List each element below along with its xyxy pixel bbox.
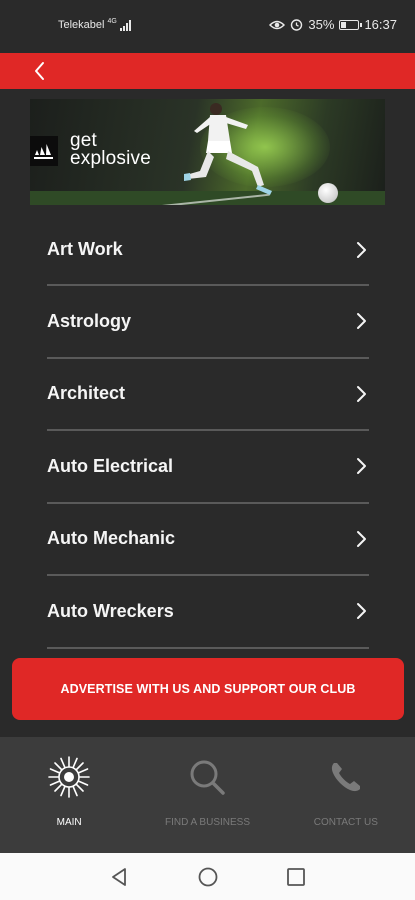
category-label: Auto Electrical [47, 455, 174, 476]
search-icon [190, 760, 226, 795]
home-circle-icon[interactable] [196, 865, 220, 889]
system-navigation-bar [0, 853, 415, 900]
nav-label-find-a-business: FIND A BUSINESS [164, 817, 250, 828]
bottom-navigation: MAIN FIND A BUSINESS CONTACT US [0, 737, 415, 853]
chevron-right-icon [357, 603, 366, 620]
nav-item-main[interactable]: MAIN [0, 737, 138, 853]
status-left: Telekabel 4G [58, 17, 131, 31]
signal-icon [119, 19, 131, 31]
back-triangle-icon[interactable] [108, 865, 132, 889]
battery-percent: 35% [308, 17, 335, 32]
category-item-auto-electrical[interactable]: Auto Electrical [47, 431, 369, 504]
advertise-button[interactable]: ADVERTISE WITH US AND SUPPORT OUR CLUB [12, 658, 404, 720]
battery-icon [339, 19, 363, 30]
category-item-auto-wreckers[interactable]: Auto Wreckers [47, 576, 369, 649]
clock: 16:37 [364, 17, 397, 32]
alarm-icon [291, 19, 303, 31]
chevron-right-icon [357, 241, 366, 258]
club-emblem-icon [48, 756, 90, 798]
banner-slogan: get explosive [70, 131, 152, 169]
nav-item-find-a-business[interactable]: FIND A BUSINESS [138, 737, 276, 853]
carrier-name: Telekabel [58, 19, 105, 31]
chevron-right-icon [357, 530, 366, 547]
nav-item-contact-us[interactable]: CONTACT US [277, 737, 415, 853]
chevron-left-icon[interactable] [28, 59, 52, 83]
network-type: 4G [107, 17, 117, 25]
banner-slogan-line2: explosive [70, 148, 152, 169]
category-item-auto-mechanic[interactable]: Auto Mechanic [47, 504, 369, 576]
category-list: Art Work Astrology Architect Auto Electr… [47, 215, 369, 649]
chevron-right-icon [357, 313, 366, 330]
category-label: Astrology [47, 310, 132, 331]
top-app-bar [0, 53, 415, 89]
category-label: Auto Wreckers [47, 600, 174, 621]
category-label: Architect [47, 383, 126, 404]
chevron-right-icon [357, 458, 366, 475]
battery-level [341, 21, 347, 28]
eye-icon [269, 20, 286, 29]
soccer-ball-image [318, 183, 338, 203]
phone-icon [331, 763, 360, 792]
nav-label-main: MAIN [56, 817, 82, 828]
category-label: Art Work [47, 239, 123, 259]
category-item-astrology[interactable]: Astrology [47, 286, 369, 359]
category-item-art-work[interactable]: Art Work [47, 215, 369, 286]
category-label: Auto Mechanic [47, 528, 176, 549]
ad-banner[interactable]: get explosive [30, 99, 385, 205]
recents-square-icon[interactable] [284, 865, 308, 889]
soccer-player-image [184, 103, 272, 195]
adidas-logo [30, 136, 58, 166]
category-item-architect[interactable]: Architect [47, 359, 369, 431]
status-right: 35% 16:37 [269, 17, 397, 32]
chevron-right-icon [357, 385, 366, 402]
nav-label-contact-us: CONTACT US [313, 817, 378, 828]
status-bar: Telekabel 4G 35% 16:37 [0, 0, 415, 52]
